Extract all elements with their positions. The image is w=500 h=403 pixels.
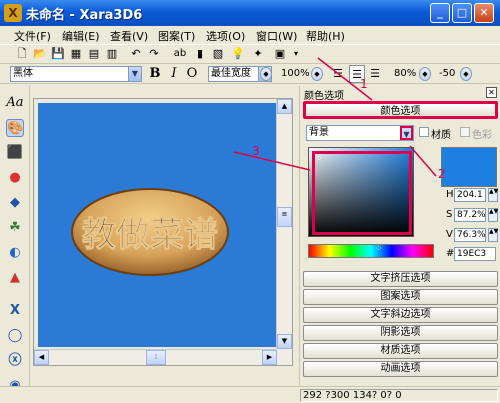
- status-text: 292 ?300 134? 0? 0: [300, 389, 498, 402]
- annotation-overlay: 1 2 3: [233, 57, 446, 181]
- status-bar: 292 ?300 134? 0? 0: [0, 386, 500, 403]
- annotation-label-1: 1: [360, 77, 368, 91]
- annotation-arrow-2: [409, 145, 437, 177]
- annotation-label-3: 3: [252, 144, 260, 158]
- annotation-arrow-3: [233, 151, 311, 171]
- annotation-label-2: 2: [438, 167, 446, 181]
